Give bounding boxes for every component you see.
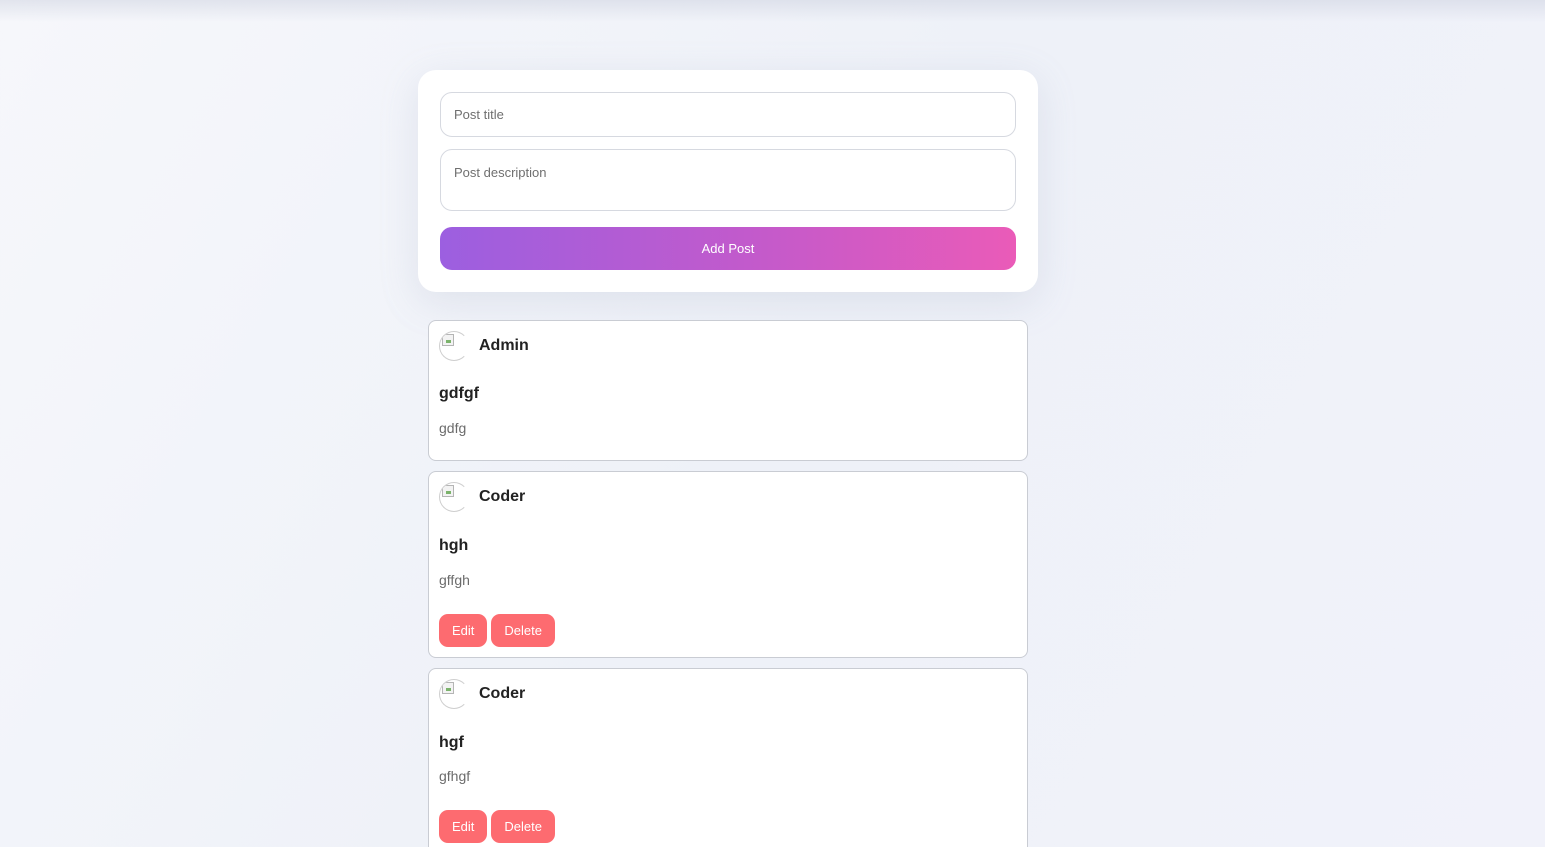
post-description: gffgh — [439, 572, 470, 588]
post-author: Coder — [479, 685, 526, 702]
post-description: gdfg — [439, 420, 467, 436]
post-header: Coder — [439, 482, 525, 512]
post-description-input[interactable] — [440, 149, 1016, 211]
avatar — [439, 482, 469, 512]
broken-image-icon — [442, 485, 454, 497]
post-header: Coder — [439, 679, 525, 709]
avatar — [439, 331, 469, 361]
post-card: Admin gdfgf gdfg — [428, 320, 1028, 461]
post-title-input[interactable] — [440, 92, 1016, 137]
add-post-button[interactable]: Add Post — [440, 227, 1016, 270]
post-title: gdfgf — [439, 385, 479, 402]
top-shadow — [0, 0, 1545, 22]
post-actions: Edit Delete — [439, 614, 555, 647]
avatar — [439, 679, 469, 709]
broken-image-icon — [442, 334, 454, 346]
post-card: Coder hgf gfhgf Edit Delete — [428, 668, 1028, 847]
post-card: Coder hgh gffgh Edit Delete — [428, 471, 1028, 658]
delete-button[interactable]: Delete — [491, 614, 555, 647]
post-header: Admin — [439, 331, 529, 361]
post-author: Coder — [479, 488, 526, 505]
post-author: Admin — [479, 337, 529, 354]
post-composer: Add Post — [418, 70, 1038, 292]
post-title: hgf — [439, 734, 464, 751]
post-title: hgh — [439, 537, 469, 554]
post-actions: Edit Delete — [439, 810, 555, 843]
broken-image-icon — [442, 682, 454, 694]
post-description: gfhgf — [439, 768, 471, 784]
edit-button[interactable]: Edit — [439, 614, 488, 647]
delete-button[interactable]: Delete — [491, 810, 555, 843]
edit-button[interactable]: Edit — [439, 810, 488, 843]
